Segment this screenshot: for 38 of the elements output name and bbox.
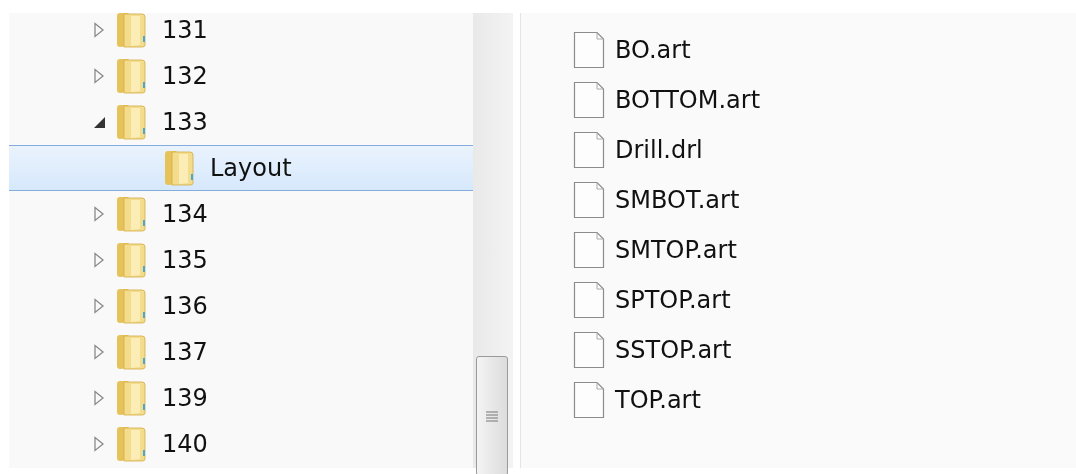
tree-item[interactable]: 137 [9, 329, 473, 375]
file-icon [573, 281, 605, 319]
tree-item[interactable]: 136 [9, 283, 473, 329]
file-name[interactable]: SSTOP.art [615, 335, 732, 365]
folder-icon [116, 13, 148, 48]
folder-icon [116, 196, 148, 232]
file-name[interactable]: TOP.art [615, 385, 701, 415]
folder-icon [116, 242, 148, 278]
grip-icon [485, 410, 499, 422]
file-icon [573, 331, 605, 369]
file-name[interactable]: BO.art [615, 35, 691, 65]
folder-icon [116, 380, 148, 416]
file-name[interactable]: SMBOT.art [615, 185, 740, 215]
tree-item[interactable]: 139 [9, 375, 473, 421]
tree-item[interactable]: Layout [9, 145, 473, 191]
file-name[interactable]: SMTOP.art [615, 235, 737, 265]
tree-item[interactable]: 135 [9, 237, 473, 283]
folder-icon [116, 426, 148, 462]
file-icon [573, 231, 605, 269]
folder-icon [116, 288, 148, 324]
file-icon [573, 81, 605, 119]
file-name[interactable]: Drill.drl [615, 135, 703, 165]
tree-item[interactable]: 134 [9, 191, 473, 237]
scrollbar-thumb[interactable] [476, 356, 508, 474]
file-icon [573, 181, 605, 219]
file-icon [573, 381, 605, 419]
tree-item[interactable]: 131 [9, 13, 473, 53]
folder-icon [116, 58, 148, 94]
tree-item[interactable]: 140 [9, 421, 473, 467]
folder-icon [116, 334, 148, 370]
file-icon [573, 31, 605, 69]
tree-item[interactable]: 133 [9, 99, 473, 145]
tree-item[interactable]: 132 [9, 53, 473, 99]
file-name[interactable]: BOTTOM.art [615, 85, 761, 115]
folder-icon [116, 104, 148, 140]
file-name[interactable]: SPTOP.art [615, 285, 731, 315]
folder-icon [164, 150, 196, 186]
file-icon [573, 131, 605, 169]
